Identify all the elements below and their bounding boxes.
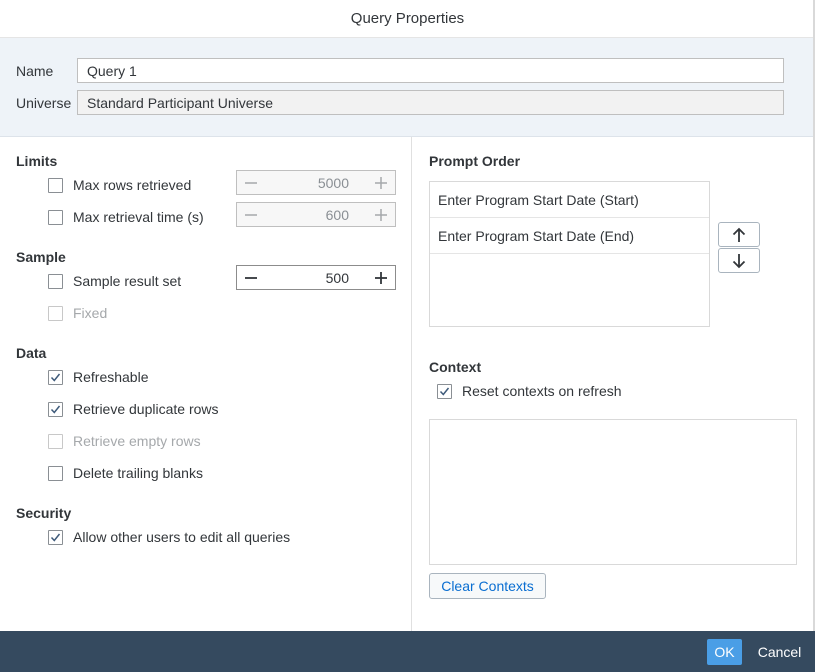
empty-rows-label: Retrieve empty rows xyxy=(73,433,201,449)
header-panel: Name Query 1 Universe Standard Participa… xyxy=(0,38,813,137)
minus-icon xyxy=(245,213,257,216)
max-rows-decrement-button[interactable] xyxy=(237,171,265,194)
duplicate-rows-checkbox[interactable] xyxy=(48,401,63,417)
plus-icon xyxy=(375,208,387,221)
allow-edit-checkbox[interactable] xyxy=(48,529,63,545)
right-column: Prompt Order Enter Program Start Date (S… xyxy=(413,137,813,631)
prompt-order-list: Enter Program Start Date (Start) Enter P… xyxy=(429,181,710,327)
reset-contexts-option[interactable]: Reset contexts on refresh xyxy=(437,383,622,399)
data-title: Data xyxy=(16,345,47,361)
check-icon xyxy=(50,405,61,414)
minus-icon xyxy=(245,276,257,279)
trailing-blanks-checkbox[interactable] xyxy=(48,465,63,481)
refreshable-label: Refreshable xyxy=(73,369,149,385)
minus-icon xyxy=(245,181,257,184)
dialog-title: Query Properties xyxy=(350,10,465,27)
sample-size-stepper[interactable]: 500 xyxy=(236,265,396,290)
arrow-down-icon xyxy=(732,253,746,268)
reset-contexts-checkbox[interactable] xyxy=(437,383,452,399)
refreshable-checkbox[interactable] xyxy=(48,369,63,385)
refreshable-option[interactable]: Refreshable xyxy=(48,369,149,385)
ok-button[interactable]: OK xyxy=(707,639,742,665)
empty-rows-option: Retrieve empty rows xyxy=(48,433,201,449)
trailing-blanks-option[interactable]: Delete trailing blanks xyxy=(48,465,203,481)
prompt-list-item[interactable]: Enter Program Start Date (Start) xyxy=(430,182,709,218)
dialog-title-bar: Query Properties xyxy=(0,0,815,38)
check-icon xyxy=(50,533,61,542)
sample-result-set-option[interactable]: Sample result set xyxy=(48,273,181,289)
check-icon xyxy=(439,387,450,396)
context-list[interactable] xyxy=(429,419,797,565)
clear-contexts-button[interactable]: Clear Contexts xyxy=(429,573,546,599)
security-title: Security xyxy=(16,505,72,521)
allow-edit-option[interactable]: Allow other users to edit all queries xyxy=(48,529,290,545)
arrow-up-icon xyxy=(732,227,746,242)
move-down-button[interactable] xyxy=(718,248,760,273)
plus-icon xyxy=(375,271,387,284)
fixed-option: Fixed xyxy=(48,305,107,321)
max-rows-value[interactable]: 5000 xyxy=(265,175,367,191)
plus-icon xyxy=(375,176,387,189)
universe-field: Standard Participant Universe xyxy=(77,90,784,115)
max-time-checkbox[interactable] xyxy=(48,209,63,225)
fixed-label: Fixed xyxy=(73,305,108,321)
check-icon xyxy=(50,373,61,382)
sample-result-set-label: Sample result set xyxy=(73,273,182,289)
context-title: Context xyxy=(429,359,482,375)
universe-label: Universe xyxy=(16,94,72,111)
name-row: Name Query 1 xyxy=(16,58,784,83)
max-time-value[interactable]: 600 xyxy=(265,207,367,223)
max-time-increment-button[interactable] xyxy=(367,203,395,226)
sample-size-value[interactable]: 500 xyxy=(265,270,367,286)
reset-contexts-label: Reset contexts on refresh xyxy=(462,383,622,399)
prompt-list-item[interactable]: Enter Program Start Date (End) xyxy=(430,218,709,254)
trailing-blanks-label: Delete trailing blanks xyxy=(73,465,203,481)
max-rows-checkbox[interactable] xyxy=(48,177,63,193)
name-label: Name xyxy=(16,62,54,79)
fixed-checkbox xyxy=(48,305,63,321)
cancel-button[interactable]: Cancel xyxy=(752,639,807,665)
duplicate-rows-label: Retrieve duplicate rows xyxy=(73,401,219,417)
prompt-order-title: Prompt Order xyxy=(429,153,521,169)
max-time-stepper[interactable]: 600 xyxy=(236,202,396,227)
max-rows-stepper[interactable]: 5000 xyxy=(236,170,396,195)
sample-result-set-checkbox[interactable] xyxy=(48,273,63,289)
max-time-decrement-button[interactable] xyxy=(237,203,265,226)
limits-title: Limits xyxy=(16,153,58,169)
max-rows-label: Max rows retrieved xyxy=(73,177,192,193)
sample-increment-button[interactable] xyxy=(367,266,395,289)
dialog-footer: OK Cancel xyxy=(0,631,815,672)
max-time-label: Max retrieval time (s) xyxy=(73,209,204,225)
max-time-option[interactable]: Max retrieval time (s) xyxy=(48,209,204,225)
move-up-button[interactable] xyxy=(718,222,760,247)
duplicate-rows-option[interactable]: Retrieve duplicate rows xyxy=(48,401,219,417)
allow-edit-label: Allow other users to edit all queries xyxy=(73,529,291,545)
sample-title: Sample xyxy=(16,249,66,265)
sample-decrement-button[interactable] xyxy=(237,266,265,289)
universe-row: Universe Standard Participant Universe xyxy=(16,90,784,115)
max-rows-option[interactable]: Max rows retrieved xyxy=(48,177,191,193)
name-input[interactable]: Query 1 xyxy=(77,58,784,83)
left-column: Limits Max rows retrieved 5000 Max retri… xyxy=(0,137,412,631)
empty-rows-checkbox xyxy=(48,433,63,449)
max-rows-increment-button[interactable] xyxy=(367,171,395,194)
